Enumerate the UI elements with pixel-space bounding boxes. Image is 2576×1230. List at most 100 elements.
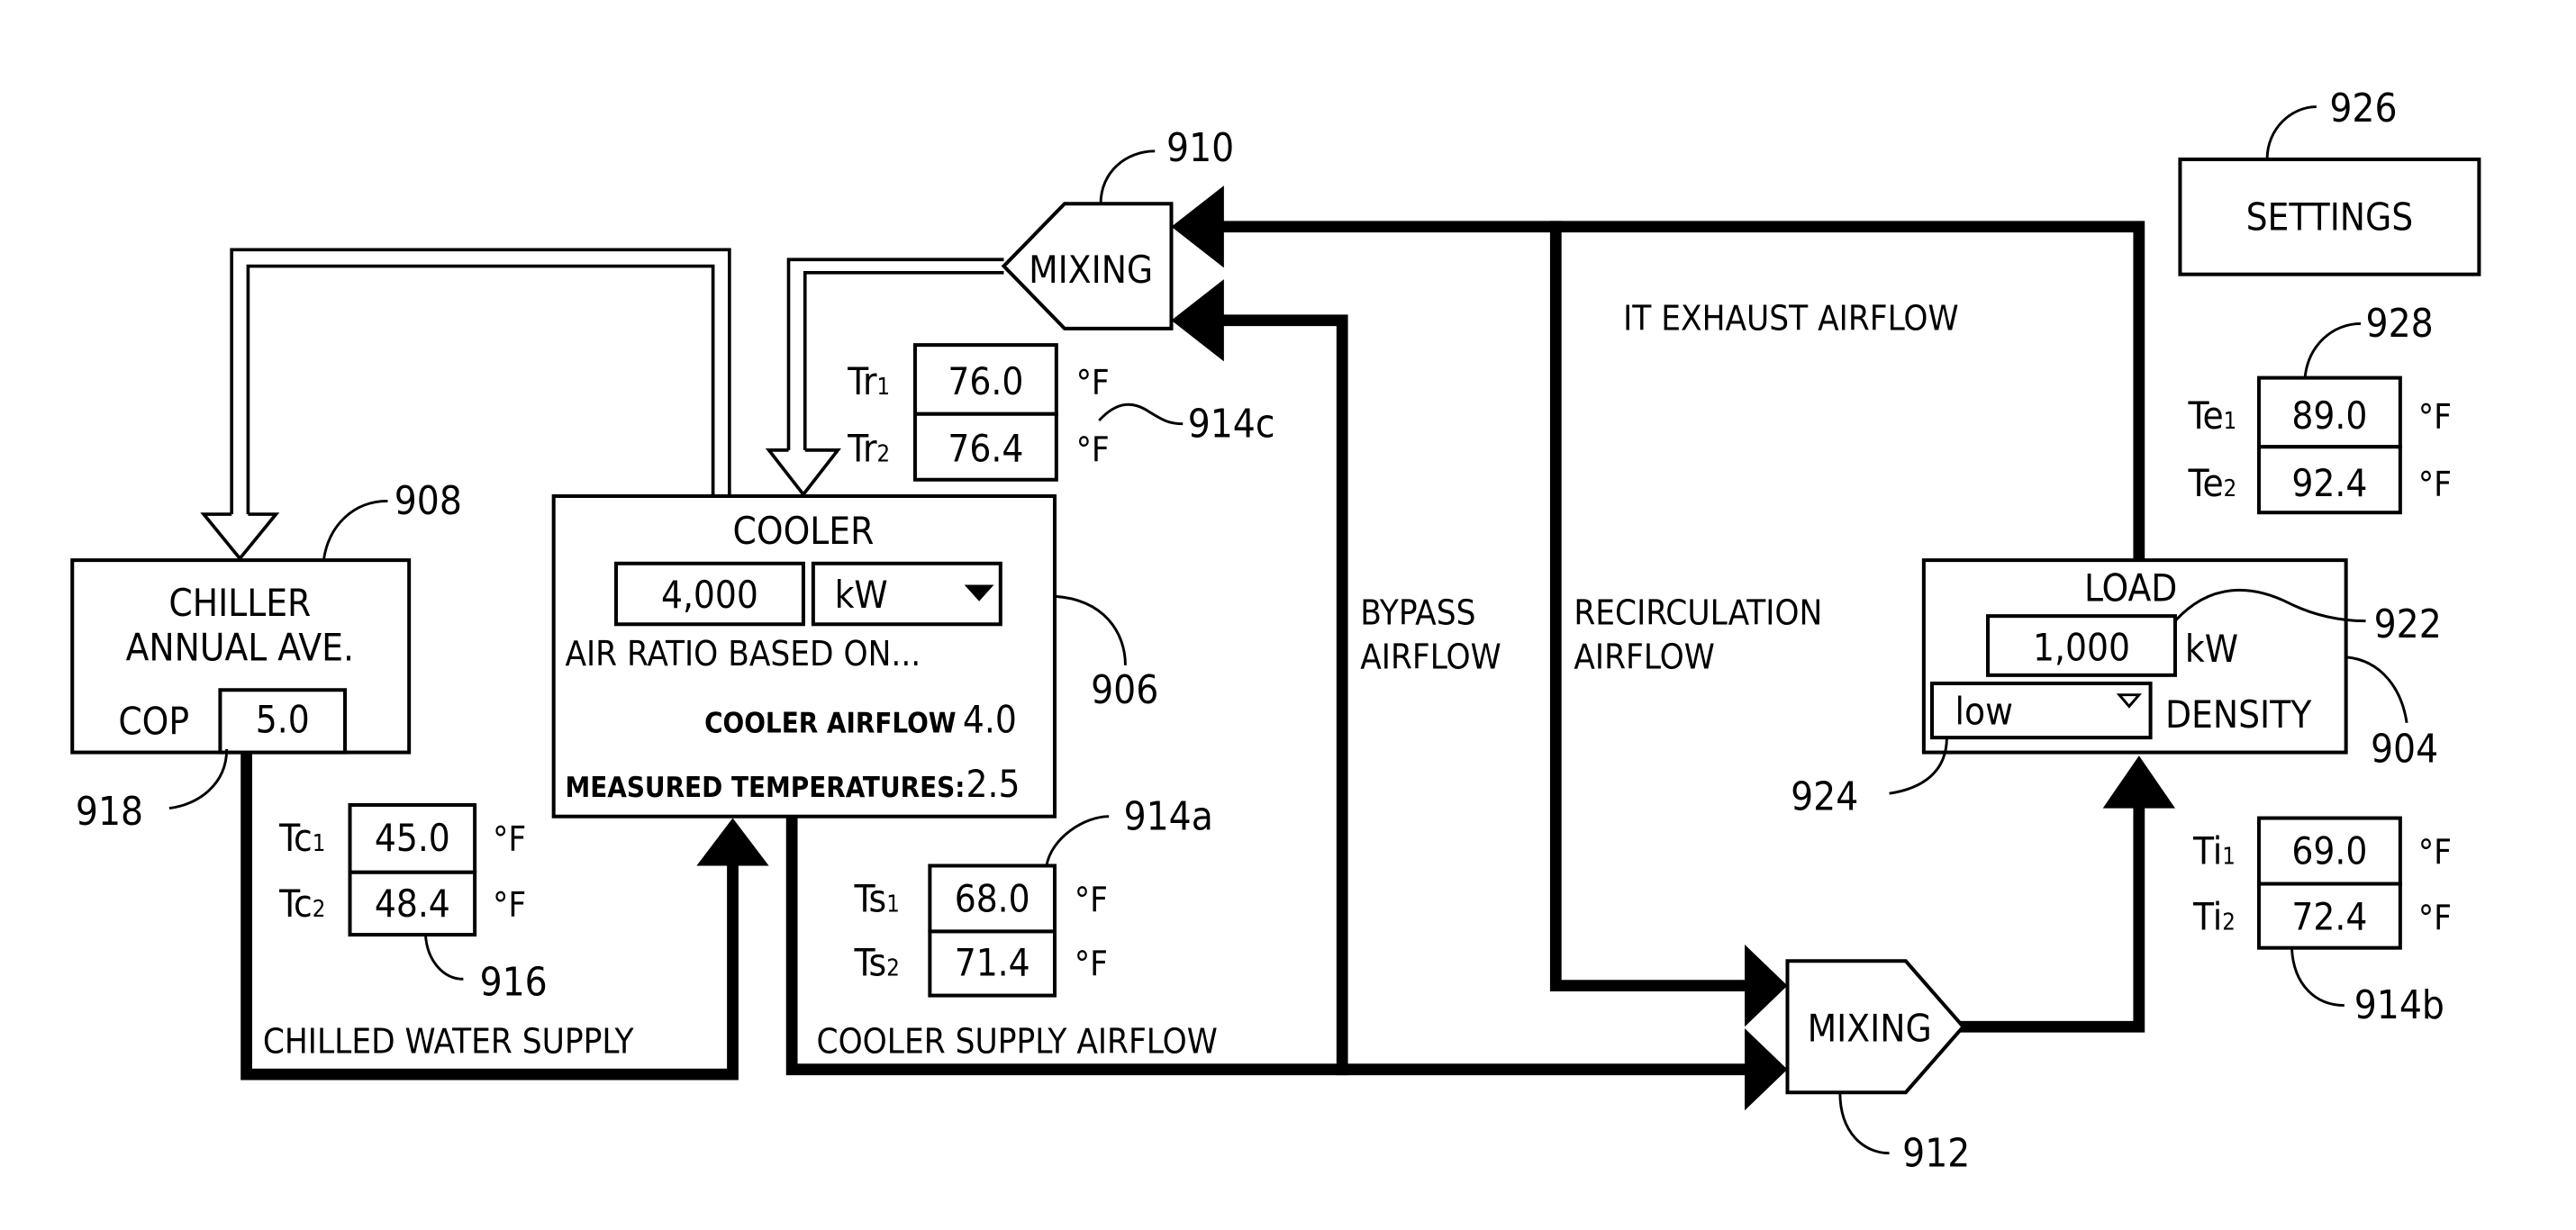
tc1-label: Tc1: [278, 816, 325, 860]
cooler-unit-value: kW: [835, 573, 888, 617]
cop-label: COP: [118, 700, 189, 744]
arrowhead-load-supply: [2102, 755, 2175, 809]
leader-918: [168, 748, 229, 810]
leader-916: [423, 934, 464, 981]
density-value: low: [1955, 690, 2013, 734]
sensor-inlet-temps: Ti1 Ti2 69.0 72.4 °F °F: [2192, 816, 2452, 950]
ref-926: 926: [2329, 86, 2397, 131]
sensor-chilled-water-temps: Tc1 Tc2 45.0 48.4 °F °F: [278, 802, 526, 937]
ts2-label: Ts2: [853, 941, 899, 985]
arrowhead-recirculation: [1745, 945, 1788, 1027]
ts2-unit: °F: [1075, 945, 1108, 985]
leader-914b: [2290, 947, 2345, 1007]
load-power-value: 1,000: [2033, 625, 2130, 669]
tr1-unit: °F: [1076, 363, 1110, 403]
ref-906: 906: [1091, 667, 1158, 713]
mixing-top-label: MIXING: [1029, 248, 1153, 292]
leader-914a: [1045, 815, 1110, 866]
leader-926: [2265, 105, 2317, 159]
ref-914c: 914c: [1188, 401, 1275, 447]
it-exhaust-airflow-line: [1218, 221, 2145, 565]
ts1-label: Ts1: [853, 877, 899, 921]
cooler-airflow-value[interactable]: 4.0: [963, 698, 1017, 742]
load-supply-airflow-line: [1957, 802, 2145, 1033]
mixing-node-top: MIXING: [1001, 202, 1174, 330]
tr2-label: Tr2: [847, 427, 890, 471]
chiller-title: CHILLER: [168, 581, 311, 625]
tc2-value: 48.4: [375, 882, 450, 926]
measured-temps-value[interactable]: 2.5: [966, 762, 1020, 806]
density-label: DENSITY: [2165, 692, 2312, 737]
bypass-airflow-label-1: BYPASS: [1360, 592, 1475, 633]
sensor-supply-temps: Ts1 Ts2 68.0 71.4 °F °F: [853, 864, 1108, 998]
ref-914a: 914a: [1124, 793, 1213, 839]
ti2-label: Ti2: [2192, 895, 2236, 939]
ref-928: 928: [2366, 301, 2434, 347]
te2-value: 92.4: [2291, 461, 2367, 505]
settings-button[interactable]: SETTINGS: [2178, 157, 2481, 276]
ti2-unit: °F: [2418, 899, 2452, 939]
ti1-unit: °F: [2418, 833, 2452, 873]
arrowhead-bypass: [1171, 279, 1224, 362]
tr1-label: Tr1: [847, 359, 890, 403]
cooler-title: COOLER: [733, 509, 875, 553]
tc1-value: 45.0: [375, 816, 450, 860]
bypass-airflow-label-2: AIRFLOW: [1360, 638, 1501, 678]
settings-label: SETTINGS: [2246, 194, 2414, 239]
chilled-water-supply-label: CHILLED WATER SUPPLY: [263, 1021, 635, 1062]
arrowhead-cooler-supply: [1745, 1028, 1788, 1111]
tc1-unit: °F: [493, 819, 526, 860]
air-ratio-label: AIR RATIO BASED ON...: [565, 634, 921, 674]
mixing-node-bottom: MIXING: [1785, 959, 1966, 1095]
ts1-value: 68.0: [955, 877, 1030, 921]
te2-unit: °F: [2418, 465, 2452, 505]
chiller-panel: CHILLER ANNUAL AVE. COP 5.0: [70, 558, 412, 755]
tr2-unit: °F: [1076, 430, 1110, 471]
recirculation-airflow-label-2: AIRFLOW: [1574, 638, 1714, 678]
load-power-unit: kW: [2185, 627, 2238, 671]
cooler-supply-airflow-label: COOLER SUPPLY AIRFLOW: [817, 1021, 1218, 1062]
diagram-canvas: SETTINGS 926 CHILLER ANNUAL AVE. COP 5.0…: [0, 0, 2576, 1225]
te2-label: Te2: [2188, 461, 2237, 505]
leader-906: [1054, 594, 1127, 665]
chiller-subtitle: ANNUAL AVE.: [126, 625, 354, 669]
load-title: LOAD: [2084, 566, 2177, 610]
ref-922: 922: [2374, 601, 2442, 647]
tc2-unit: °F: [493, 885, 526, 926]
cooler-unit-dropdown[interactable]: kW: [811, 561, 1002, 627]
leader-914c: [1098, 402, 1184, 426]
ti1-label: Ti1: [2192, 829, 2236, 873]
ref-908: 908: [395, 478, 462, 524]
sensor-return-temps: Tr1 Tr2 76.0 76.4 °F °F: [847, 343, 1110, 482]
ts2-value: 71.4: [955, 941, 1030, 985]
load-panel: LOAD 1,000 kW low DENSITY: [1921, 558, 2348, 755]
tr2-value: 76.4: [948, 427, 1023, 471]
measured-temps-label: MEASURED TEMPERATURES:: [565, 772, 965, 804]
chiller-inlet-arrow: [200, 512, 280, 562]
te1-label: Te1: [2188, 393, 2237, 438]
ref-912: 912: [1902, 1130, 1970, 1176]
cooler-panel: COOLER 4,000 kW AIR RATIO BASED ON... CO…: [551, 493, 1057, 818]
density-dropdown[interactable]: low: [1929, 681, 2153, 740]
tc2-label: Tc2: [278, 882, 325, 926]
ti1-value: 69.0: [2291, 829, 2367, 873]
cooler-capacity-value: 4,000: [661, 573, 758, 617]
cooler-inlet-arrow: [765, 448, 841, 498]
cooling-system-diagram: SETTINGS 926 CHILLER ANNUAL AVE. COP 5.0…: [70, 86, 2481, 1176]
it-exhaust-airflow-label: IT EXHAUST AIRFLOW: [1623, 299, 1959, 339]
leader-928: [2303, 321, 2362, 378]
leader-908: [322, 499, 388, 561]
arrowhead-chilled-water: [696, 818, 769, 866]
leader-904: [2345, 656, 2408, 723]
mixing-bottom-label: MIXING: [1808, 1007, 1932, 1051]
ti2-value: 72.4: [2291, 895, 2367, 939]
leader-910: [1099, 149, 1156, 204]
te1-unit: °F: [2418, 397, 2452, 438]
ref-916: 916: [480, 960, 548, 1006]
ref-914b: 914b: [2354, 982, 2444, 1028]
tr1-value: 76.0: [948, 359, 1023, 403]
ref-924: 924: [1791, 773, 1858, 819]
ts1-unit: °F: [1075, 881, 1108, 921]
ref-904: 904: [2371, 727, 2438, 773]
sensor-exhaust-temps: Te1 Te2 89.0 92.4 °F °F: [2188, 375, 2452, 515]
